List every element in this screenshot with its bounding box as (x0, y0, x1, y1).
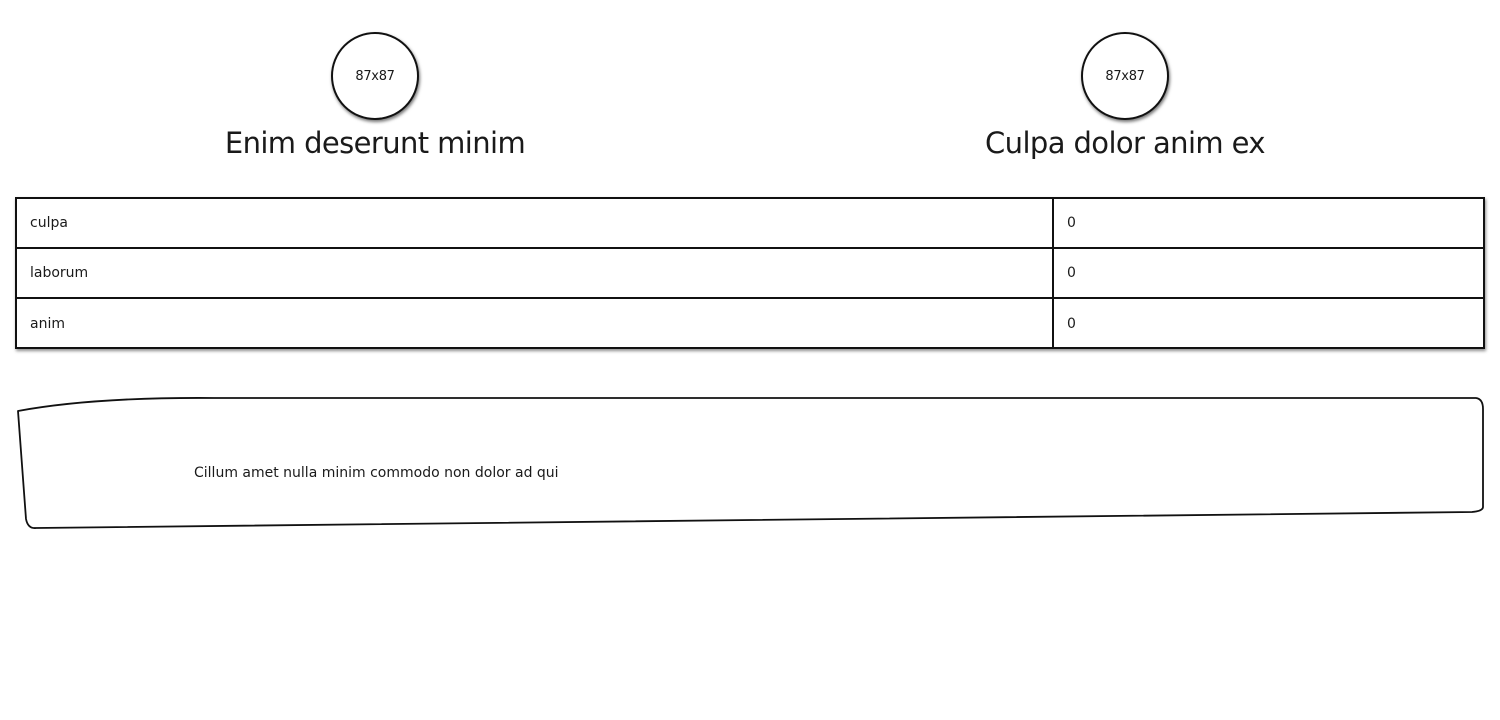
key-value-table: culpa 0 laborum 0 anim 0 (15, 197, 1485, 349)
table-cell-key: anim (17, 299, 1054, 349)
profile-name: Culpa dolor anim ex (985, 126, 1266, 160)
table-cell-value: 0 (1067, 265, 1076, 281)
table-cell-key: laborum (17, 249, 1054, 297)
table-cell-key: culpa (17, 199, 1054, 247)
avatar[interactable]: 87x87 (1081, 32, 1169, 120)
note-box-outline (17, 397, 1484, 529)
profile-card-left: 87x87 Enim deserunt minim (175, 32, 575, 160)
note-text: Cillum amet nulla minim commodo non dolo… (194, 465, 559, 481)
avatar[interactable]: 87x87 (331, 32, 419, 120)
table-row: anim 0 (17, 299, 1483, 349)
avatar-placeholder-text: 87x87 (1105, 68, 1145, 84)
avatar-placeholder-text: 87x87 (355, 68, 395, 84)
table-cell-value: 0 (1067, 316, 1076, 332)
profile-name: Enim deserunt minim (224, 126, 526, 160)
table-cell-value: 0 (1067, 215, 1076, 231)
profile-card-right: 87x87 Culpa dolor anim ex (925, 32, 1325, 160)
table-row: culpa 0 (17, 199, 1483, 249)
note-box: Cillum amet nulla minim commodo non dolo… (14, 395, 1486, 531)
table-row: laborum 0 (17, 249, 1483, 299)
